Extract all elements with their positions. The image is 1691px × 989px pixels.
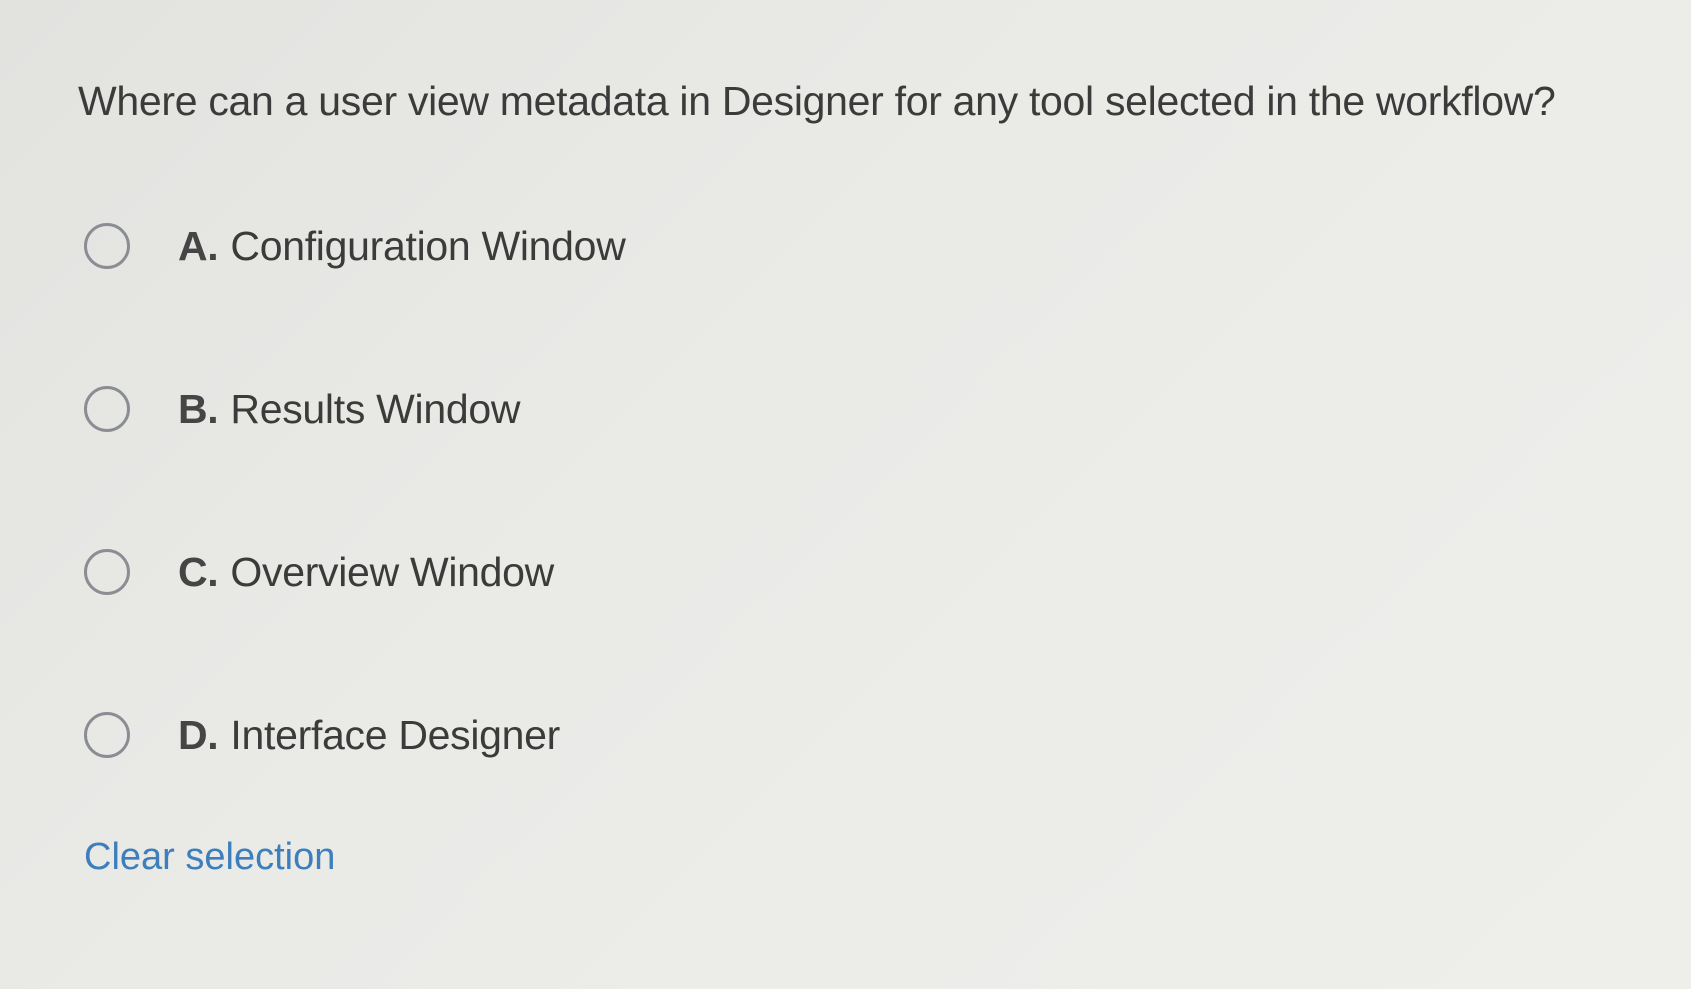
- option-letter: D.: [178, 711, 219, 758]
- option-text: Interface Designer: [230, 711, 561, 758]
- option-label: B. Results Window: [178, 386, 520, 433]
- radio-button-icon[interactable]: [84, 386, 130, 432]
- question-text: Where can a user view metadata in Design…: [78, 78, 1556, 124]
- option-letter: B.: [178, 385, 219, 432]
- clear-selection-link[interactable]: Clear selection: [84, 836, 335, 879]
- answer-options: A. Configuration Window B. Results Window …: [84, 218, 984, 870]
- option-b[interactable]: B. Results Window: [84, 381, 984, 437]
- quiz-page: Where can a user view metadata in Design…: [0, 0, 1691, 989]
- option-label: A. Configuration Window: [178, 223, 626, 270]
- option-a[interactable]: A. Configuration Window: [84, 218, 984, 274]
- option-d[interactable]: D. Interface Designer: [84, 707, 984, 763]
- option-label: D. Interface Designer: [178, 712, 560, 759]
- option-letter: C.: [178, 548, 219, 595]
- radio-button-icon[interactable]: [84, 223, 130, 269]
- option-text: Overview Window: [230, 548, 554, 595]
- option-c[interactable]: C. Overview Window: [84, 544, 984, 600]
- option-label: C. Overview Window: [178, 549, 554, 596]
- radio-button-icon[interactable]: [84, 549, 130, 595]
- option-letter: A.: [178, 222, 219, 269]
- option-text: Configuration Window: [230, 222, 626, 269]
- radio-button-icon[interactable]: [84, 712, 130, 758]
- option-text: Results Window: [230, 385, 521, 432]
